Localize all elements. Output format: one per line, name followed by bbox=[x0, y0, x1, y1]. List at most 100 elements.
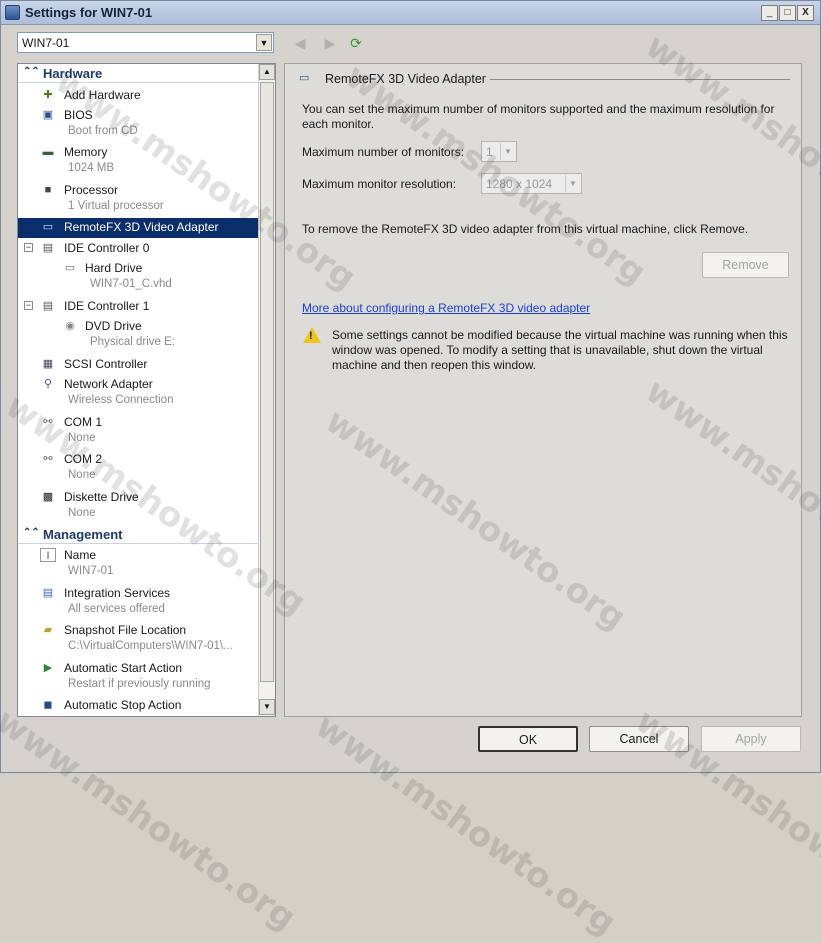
tree-item-memory[interactable]: ▬ Memory 1024 MB bbox=[18, 143, 259, 180]
tree-item-com1[interactable]: ⚯ COM 1 None bbox=[18, 413, 259, 450]
apply-button[interactable]: Apply bbox=[701, 726, 801, 752]
tree-item-com2[interactable]: ⚯ COM 2 None bbox=[18, 450, 259, 487]
com-port-icon: ⚯ bbox=[43, 416, 53, 428]
detail-pane: ▭ RemoteFX 3D Video Adapter You can set … bbox=[284, 63, 802, 717]
tree-item-label: Diskette Drive bbox=[64, 490, 139, 504]
tree-item-label: COM 1 bbox=[64, 415, 103, 429]
resolution-label: Maximum monitor resolution: bbox=[302, 177, 457, 191]
tree-item-sub: WIN7-01_C.vhd bbox=[90, 278, 172, 290]
tree-item-label: Processor bbox=[64, 183, 119, 197]
tree-item-label: DVD Drive bbox=[85, 319, 142, 333]
tree-item-label: Integration Services bbox=[64, 586, 171, 600]
management-section-header[interactable]: ⌃⌃ Management bbox=[18, 525, 259, 544]
start-action-icon: ▶ bbox=[43, 662, 53, 674]
tree-item-label: Automatic Stop Action bbox=[64, 698, 182, 712]
com-port-icon: ⚯ bbox=[43, 453, 53, 465]
chevron-down-icon[interactable]: ▼ bbox=[565, 175, 580, 192]
remove-button[interactable]: Remove bbox=[702, 252, 789, 278]
tree-item-sub: Wireless Connection bbox=[68, 394, 174, 406]
vm-selector[interactable]: WIN7-01 ▼ bbox=[17, 32, 274, 53]
tree-item-ide0[interactable]: − ▤ IDE Controller 0 bbox=[18, 239, 259, 259]
tree-item-dvd-drive[interactable]: ◉ DVD Drive Physical drive E: bbox=[18, 317, 259, 354]
chevron-down-icon[interactable]: ▼ bbox=[500, 143, 515, 160]
tree-item-auto-stop[interactable]: ◼ Automatic Stop Action bbox=[18, 696, 259, 716]
diskette-icon: ▩ bbox=[42, 491, 54, 503]
scroll-up-icon[interactable]: ▲ bbox=[259, 64, 275, 80]
hard-drive-icon: ▭ bbox=[64, 262, 76, 274]
ide-icon: ▤ bbox=[42, 300, 54, 312]
stop-action-icon: ◼ bbox=[43, 699, 53, 711]
tree-item-sub: Restart if previously running bbox=[68, 678, 211, 690]
tree-item-scsi[interactable]: ▦ SCSI Controller bbox=[18, 355, 259, 375]
description-text: You can set the maximum number of monito… bbox=[302, 102, 775, 131]
tree-item-integration[interactable]: ▤ Integration Services All services offe… bbox=[18, 584, 259, 621]
tree-item-snapshot[interactable]: ▰ Snapshot File Location C:\VirtualCompu… bbox=[18, 621, 259, 658]
hardware-section-label: Hardware bbox=[43, 66, 103, 81]
collapse-expander-icon[interactable]: − bbox=[24, 243, 33, 252]
tree-item-sub: 1024 MB bbox=[68, 162, 115, 174]
close-button[interactable]: X bbox=[797, 5, 814, 21]
tree-item-sub: C:\VirtualComputers\WIN7-01\... bbox=[68, 640, 233, 652]
tree-item-network[interactable]: ⚲ Network Adapter Wireless Connection bbox=[18, 375, 259, 412]
hardware-section-header[interactable]: ⌃⌃ Hardware bbox=[18, 64, 259, 83]
window-icon bbox=[5, 5, 20, 20]
settings-tree: ⌃⌃ Hardware ✚ Add Hardware ▣ BIOS Boot f… bbox=[17, 63, 276, 717]
minimize-button[interactable]: _ bbox=[761, 5, 778, 21]
warning-mark: ! bbox=[309, 330, 313, 342]
collapse-icon[interactable]: ⌃⌃ bbox=[23, 527, 40, 538]
tree-item-hard-drive[interactable]: ▭ Hard Drive WIN7-01_C.vhd bbox=[18, 259, 259, 296]
forward-icon[interactable]: ▶ bbox=[321, 34, 339, 52]
network-icon: ⚲ bbox=[43, 378, 53, 390]
window-title: Settings for WIN7-01 bbox=[25, 5, 153, 20]
chevron-down-icon[interactable]: ▼ bbox=[256, 34, 272, 51]
refresh-icon[interactable]: ⟳ bbox=[347, 34, 365, 52]
snapshot-icon: ▰ bbox=[43, 624, 53, 636]
tree-item-label: Snapshot File Location bbox=[64, 623, 187, 637]
integration-icon: ▤ bbox=[42, 587, 54, 599]
tree-item-remotefx[interactable]: ▭ RemoteFX 3D Video Adapter bbox=[18, 218, 259, 238]
tree-item-sub: Boot from CD bbox=[68, 125, 138, 137]
tree-item-label: COM 2 bbox=[64, 452, 103, 466]
tree-item-label: Memory bbox=[64, 145, 108, 159]
ok-button[interactable]: OK bbox=[478, 726, 578, 752]
ide-icon: ▤ bbox=[42, 242, 54, 254]
monitors-select[interactable]: 1 ▼ bbox=[481, 141, 517, 162]
tree-item-label: Name bbox=[64, 548, 97, 562]
tree-item-sub: None bbox=[68, 507, 96, 519]
tree-item-label: Automatic Start Action bbox=[64, 661, 183, 675]
tree-item-bios[interactable]: ▣ BIOS Boot from CD bbox=[18, 106, 259, 143]
scroll-down-icon[interactable]: ▼ bbox=[259, 699, 275, 715]
tree-item-sub: None bbox=[68, 432, 96, 444]
bios-icon: ▣ bbox=[42, 109, 54, 121]
add-hardware-icon: ✚ bbox=[43, 89, 53, 101]
monitor-icon: ▭ bbox=[42, 221, 54, 233]
remove-instructions: To remove the RemoteFX 3D video adapter … bbox=[302, 222, 749, 236]
tree-item-diskette[interactable]: ▩ Diskette Drive None bbox=[18, 488, 259, 525]
collapse-icon[interactable]: ⌃⌃ bbox=[23, 66, 40, 77]
tree-item-name[interactable]: I Name WIN7-01 bbox=[18, 546, 259, 583]
tree-item-label: IDE Controller 1 bbox=[64, 299, 150, 313]
monitors-value: 1 bbox=[486, 145, 493, 159]
tree-item-processor[interactable]: ■ Processor 1 Virtual processor bbox=[18, 181, 259, 218]
scsi-icon: ▦ bbox=[42, 358, 54, 370]
back-icon[interactable]: ◀ bbox=[291, 34, 309, 52]
collapse-expander-icon[interactable]: − bbox=[24, 301, 33, 310]
tree-item-sub: Physical drive E: bbox=[90, 336, 176, 348]
cancel-button[interactable]: Cancel bbox=[589, 726, 689, 752]
tree-item-auto-start[interactable]: ▶ Automatic Start Action Restart if prev… bbox=[18, 659, 259, 696]
tree-item-label: IDE Controller 0 bbox=[64, 241, 150, 255]
monitor-icon: ▭ bbox=[299, 72, 310, 84]
name-icon: I bbox=[40, 548, 56, 562]
management-section-label: Management bbox=[43, 527, 123, 542]
resolution-select[interactable]: 1280 x 1024 ▼ bbox=[481, 173, 582, 194]
more-info-link[interactable]: More about configuring a RemoteFX 3D vid… bbox=[302, 301, 590, 315]
tree-item-add-hardware[interactable]: ✚ Add Hardware bbox=[18, 86, 259, 106]
watermark: www.mshowto.org bbox=[0, 701, 304, 939]
restore-button[interactable]: □ bbox=[779, 5, 796, 21]
tree-item-label: BIOS bbox=[64, 108, 93, 122]
tree-item-ide1[interactable]: − ▤ IDE Controller 1 bbox=[18, 297, 259, 317]
title-bar: Settings for WIN7-01 _ □ X bbox=[1, 1, 820, 25]
tree-item-label: Hard Drive bbox=[85, 261, 143, 275]
scroll-thumb[interactable] bbox=[260, 82, 274, 682]
tree-scrollbar[interactable]: ▲ ▼ bbox=[258, 64, 275, 716]
